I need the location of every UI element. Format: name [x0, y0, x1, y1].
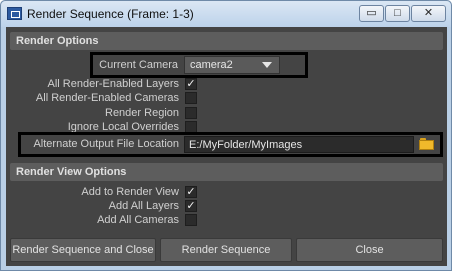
maximize-button[interactable]: □ — [385, 5, 410, 22]
alternate-output-label: Alternate Output File Location — [33, 138, 179, 150]
title-bar[interactable]: Render Sequence (Frame: 1-3) ▭ □ ✕ — [1, 1, 451, 27]
add-all-layers-label: Add All Layers — [108, 200, 179, 212]
add-all-cameras-label: Add All Cameras — [97, 214, 179, 226]
all-render-enabled-cameras-label: All Render-Enabled Cameras — [35, 92, 179, 104]
close-button[interactable]: Close — [296, 238, 443, 262]
add-to-render-view-label: Add to Render View — [81, 186, 179, 198]
app-icon — [7, 7, 22, 20]
render-sequence-and-close-button[interactable]: Render Sequence and Close — [10, 238, 156, 262]
render-sequence-button[interactable]: Render Sequence — [160, 238, 292, 262]
render-view-options-header[interactable]: Render View Options — [10, 163, 443, 181]
render-sequence-window: Render Sequence (Frame: 1-3) ▭ □ ✕ Rende… — [0, 0, 452, 271]
current-camera-value: camera2 — [190, 59, 233, 71]
all-render-enabled-cameras-checkbox[interactable] — [185, 92, 197, 104]
current-camera-label: Current Camera — [99, 59, 178, 71]
close-window-button[interactable]: ✕ — [411, 5, 446, 22]
all-render-enabled-layers-checkbox[interactable]: ✓ — [185, 78, 197, 90]
add-all-layers-checkbox[interactable]: ✓ — [185, 200, 197, 212]
folder-icon[interactable] — [419, 138, 435, 150]
current-camera-dropdown[interactable]: camera2 — [184, 56, 280, 74]
render-options-header[interactable]: Render Options — [10, 32, 443, 50]
chevron-down-icon[interactable] — [255, 57, 279, 73]
window-title: Render Sequence (Frame: 1-3) — [27, 7, 194, 21]
render-region-label: Render Region — [105, 107, 179, 119]
minimize-button[interactable]: ▭ — [359, 5, 384, 22]
render-region-checkbox[interactable] — [185, 107, 197, 119]
alternate-output-path-value: E:/MyFolder/MyImages — [189, 139, 303, 151]
dialog-body: Render Options Current Camera camera2 Al… — [6, 27, 447, 266]
all-render-enabled-layers-label: All Render-Enabled Layers — [47, 78, 179, 90]
alternate-output-path-field[interactable]: E:/MyFolder/MyImages — [184, 136, 414, 153]
add-all-cameras-checkbox[interactable] — [185, 214, 197, 226]
add-to-render-view-checkbox[interactable]: ✓ — [185, 186, 197, 198]
